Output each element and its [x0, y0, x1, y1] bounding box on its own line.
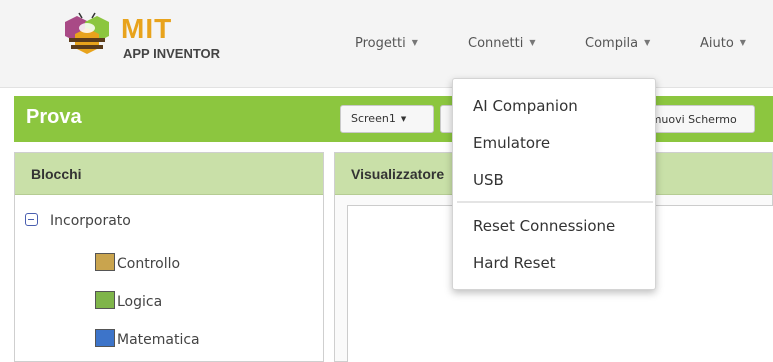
app-inventor-logo[interactable]: MIT APP INVENTOR — [55, 12, 255, 68]
block-category-controllo[interactable]: Controllo — [95, 253, 180, 272]
project-toolbar: Prova Screen1 ▼ Rimuovi Schermo — [14, 96, 773, 142]
bee-logo-icon — [65, 12, 109, 54]
nav-connetti[interactable]: Connetti ▼ — [468, 36, 535, 51]
logo-subtitle: APP INVENTOR — [123, 46, 221, 61]
blocks-panel-title: Blocchi — [15, 153, 323, 195]
menu-item-usb[interactable]: USB — [473, 171, 504, 189]
menu-item-emulatore[interactable]: Emulatore — [473, 134, 550, 152]
top-header: MIT APP INVENTOR Progetti ▼ Connetti ▼ Com… — [0, 0, 773, 88]
nav-connetti-label: Connetti — [468, 36, 524, 51]
block-category-label: Logica — [117, 294, 163, 310]
color-swatch — [95, 253, 115, 271]
menu-item-hard-reset[interactable]: Hard Reset — [473, 254, 556, 272]
block-category-label: Controllo — [117, 256, 181, 272]
logo-title: MIT — [121, 13, 173, 44]
tree-root-label: Incorporato — [50, 213, 131, 229]
chevron-down-icon: ▼ — [400, 115, 407, 123]
menu-divider — [457, 201, 653, 203]
nav-compila[interactable]: Compila ▼ — [585, 36, 650, 51]
chevron-down-icon: ▼ — [529, 38, 536, 47]
nav-progetti-label: Progetti — [355, 36, 406, 51]
connect-dropdown-menu: AI Companion Emulatore USB Reset Conness… — [452, 78, 656, 290]
color-swatch — [95, 291, 115, 309]
project-name: Prova — [26, 106, 82, 128]
block-category-logica[interactable]: Logica — [95, 291, 162, 310]
color-swatch — [95, 329, 115, 347]
tree-item-incorporato[interactable]: Incorporato — [25, 213, 131, 229]
chevron-down-icon: ▼ — [644, 38, 651, 47]
collapse-icon[interactable] — [25, 213, 38, 226]
chevron-down-icon: ▼ — [739, 38, 746, 47]
screen-select[interactable]: Screen1 ▼ — [340, 105, 434, 133]
block-category-matematica[interactable]: Matematica — [95, 329, 200, 348]
chevron-down-icon: ▼ — [411, 38, 418, 47]
nav-progetti[interactable]: Progetti ▼ — [355, 36, 418, 51]
menu-item-reset-connessione[interactable]: Reset Connessione — [473, 217, 615, 235]
screen-select-label: Screen1 — [351, 112, 396, 125]
blocks-panel: Blocchi Incorporato Controllo Logica Mat… — [14, 152, 324, 362]
nav-compila-label: Compila — [585, 36, 639, 51]
nav-aiuto[interactable]: Aiuto ▼ — [700, 36, 746, 51]
block-category-label: Matematica — [117, 332, 200, 348]
menu-item-ai-companion[interactable]: AI Companion — [473, 97, 578, 115]
nav-aiuto-label: Aiuto — [700, 36, 734, 51]
